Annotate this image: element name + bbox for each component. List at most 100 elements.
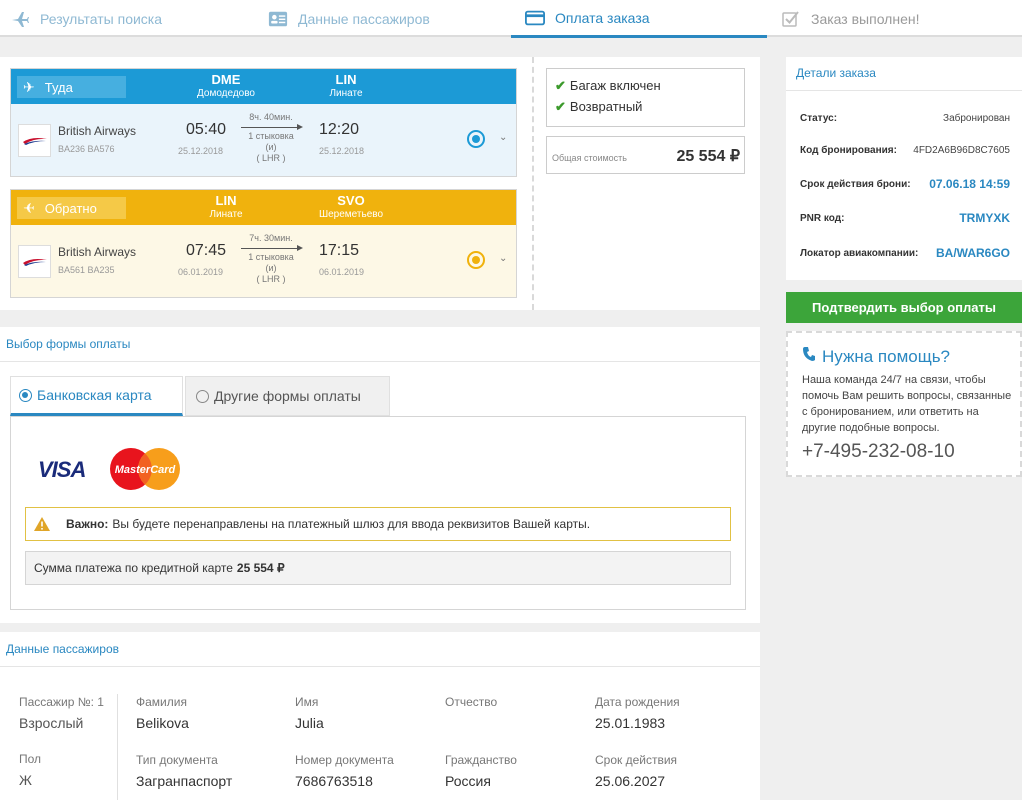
via-airport: ( LHR ) — [256, 153, 286, 163]
citizenship-label: Гражданство — [445, 753, 517, 767]
mastercard-logo: MasterCard — [109, 447, 181, 491]
row-label: Срок действия брони: — [800, 178, 911, 190]
name-value: Julia — [295, 715, 324, 731]
doc-expiry-label: Срок действия — [595, 753, 678, 767]
payment-sum: Сумма платежа по кредитной карте 25 554 … — [25, 551, 731, 585]
via-airport: ( LHR ) — [256, 274, 286, 284]
plane-icon — [10, 9, 30, 29]
redirect-warning: Важно: Вы будете перенаправлены на плате… — [25, 507, 731, 541]
surname-label: Фамилия — [136, 695, 187, 709]
plane-icon: ✈ — [23, 199, 35, 216]
passenger-number-label: Пассажир №: 1 — [19, 695, 104, 709]
flight-numbers: BA236 BA576 — [58, 144, 115, 154]
tab-other-payment[interactable]: Другие формы оплаты — [185, 376, 390, 416]
return-select-radio[interactable] — [467, 251, 485, 269]
chevron-down-icon[interactable]: ⌄ — [499, 253, 507, 264]
from-city: Домодедово — [197, 88, 255, 99]
return-header: ✈ Обратно LIN Линате SVO Шереметьево — [11, 190, 516, 225]
return-to: SVO Шереметьево — [311, 193, 391, 220]
help-box: Нужна помощь? Наша команда 24/7 на связи… — [786, 331, 1022, 477]
row-value: Забронирован — [943, 113, 1010, 124]
duration: 8ч. 40мин. — [249, 112, 293, 122]
step-search-results[interactable]: Результаты поиска — [10, 0, 162, 37]
row-value: 07.06.18 14:59 — [929, 177, 1010, 191]
order-details-panel: Детали заказа Статус: Забронирован Код б… — [786, 57, 1022, 280]
chevron-down-icon[interactable]: ⌄ — [499, 132, 507, 143]
from-code: DME — [211, 72, 241, 87]
total-value: 25 554 ₽ — [676, 148, 740, 165]
stops-note: (и) — [265, 263, 277, 273]
to-code: SVO — [337, 193, 365, 208]
step-label: Данные пассажиров — [298, 10, 430, 27]
sum-label: Сумма платежа по кредитной карте — [34, 561, 233, 575]
checkbox-icon — [781, 9, 801, 29]
row-label: Код бронирования: — [800, 145, 897, 156]
payment-method-box: VISA MasterCard Важно: Вы будете перенап… — [10, 416, 746, 610]
airline-name: British Airways — [58, 124, 137, 138]
svg-text:MasterCard: MasterCard — [115, 464, 176, 476]
british-airways-logo — [18, 124, 51, 157]
feature-label: Багаж включен — [569, 78, 661, 93]
to-city: Шереметьево — [318, 209, 384, 220]
arrival-date: 06.01.2019 — [319, 267, 365, 277]
visa-logo: VISA — [38, 457, 86, 483]
row-label: PNR код: — [800, 212, 845, 224]
outbound-from: DME Домодедово — [181, 72, 271, 99]
to-city: Линате — [329, 88, 363, 99]
payment-section: Выбор формы оплаты Банковская карта Друг… — [0, 327, 760, 623]
flight-summary-panel: ✈ Туда DME Домодедово LIN Линате British… — [0, 57, 760, 310]
return-tag-label: Обратно — [44, 200, 97, 216]
return-leg: ✈ Обратно LIN Линате SVO Шереметьево Bri… — [10, 189, 517, 298]
arrival-time: 17:15 — [319, 242, 360, 259]
row-value: TRMYXK — [959, 211, 1010, 225]
arrival-time: 12:20 — [319, 121, 360, 138]
outbound-to: LIN Линате — [311, 72, 381, 99]
name-label: Имя — [295, 695, 319, 709]
arrival-date: 25.12.2018 — [319, 146, 365, 156]
warning-icon — [34, 517, 50, 531]
citizenship-value: Россия — [445, 773, 491, 789]
doc-number-value: 7686763518 — [295, 773, 373, 789]
total-label: Общая стоимость — [552, 153, 627, 163]
checkout-steps: Результаты поиска Данные пассажиров Опла… — [0, 0, 1022, 38]
departure-time: 05:40 — [186, 121, 227, 138]
outbound-select-radio[interactable] — [467, 130, 485, 148]
birth-date-label: Дата рождения — [595, 695, 680, 709]
tab-bank-card[interactable]: Банковская карта — [10, 376, 183, 416]
divider — [117, 694, 118, 800]
total-price-box: Общая стоимость 25 554 ₽ — [546, 136, 745, 174]
departure-date: 06.01.2019 — [178, 267, 224, 277]
route-arrow — [241, 245, 303, 251]
warning-text: Вы будете перенаправлены на платежный шл… — [112, 517, 591, 531]
help-title: Нужна помощь? — [802, 346, 950, 367]
warning-label: Важно: — [66, 517, 109, 531]
stops: 1 стыковка — [248, 252, 294, 262]
return-tag: ✈ Обратно — [17, 197, 126, 219]
surname-value: Belikova — [136, 715, 189, 731]
confirm-payment-button[interactable]: Подтвердить выбор оплаты — [786, 292, 1022, 323]
feature-refundable: ✔ Возвратный — [555, 96, 736, 117]
passenger-type: Взрослый — [19, 715, 84, 731]
patronymic-label: Отчество — [445, 695, 498, 709]
doc-number-label: Номер документа — [295, 753, 394, 767]
divider — [0, 666, 760, 667]
to-code: LIN — [335, 72, 357, 87]
duration: 7ч. 30мин. — [249, 233, 293, 243]
visa-text: VISA — [38, 457, 86, 482]
outbound-header: ✈ Туда DME Домодедово LIN Линате — [11, 69, 516, 104]
plane-icon: ✈ — [23, 78, 35, 95]
id-card-icon — [268, 9, 288, 29]
doc-expiry-value: 25.06.2027 — [595, 773, 666, 789]
credit-card-icon — [525, 8, 545, 28]
stops-note: (и) — [265, 142, 277, 152]
help-phone[interactable]: +7-495-232-08-10 — [802, 441, 955, 463]
step-payment[interactable]: Оплата заказа — [511, 0, 767, 38]
step-label: Заказ выполнен! — [811, 10, 920, 27]
row-label: Статус: — [800, 113, 838, 124]
route-arrow — [241, 124, 303, 130]
step-passenger-data[interactable]: Данные пассажиров — [268, 0, 430, 37]
check-icon: ✔ — [555, 99, 566, 114]
step-order-complete[interactable]: Заказ выполнен! — [781, 0, 919, 37]
check-icon: ✔ — [555, 78, 566, 93]
payment-section-title: Выбор формы оплаты — [6, 337, 131, 351]
